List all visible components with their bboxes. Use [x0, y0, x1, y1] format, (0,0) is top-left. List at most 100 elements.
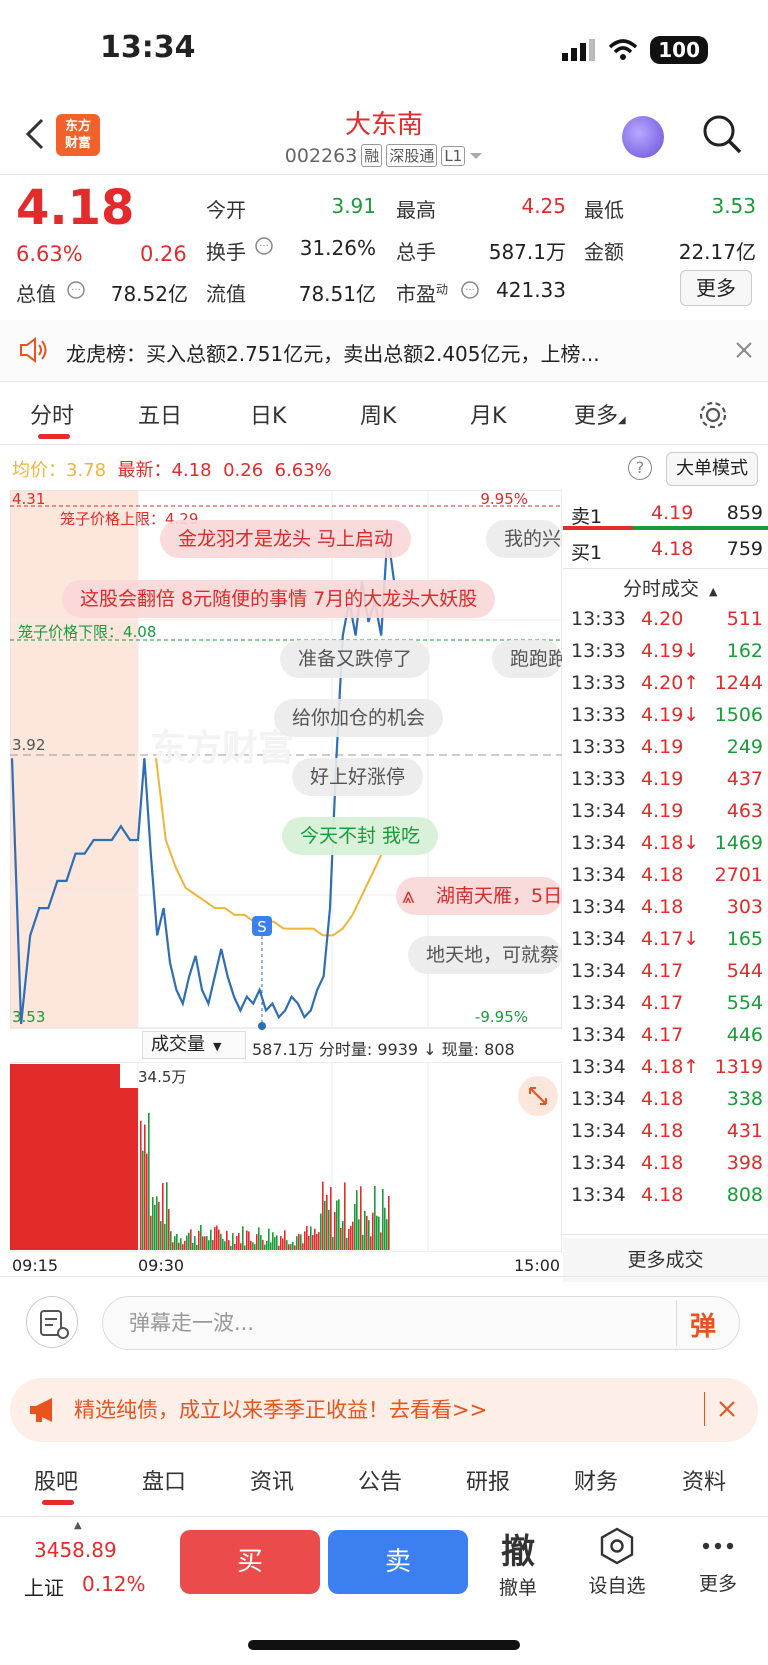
- volume-bar: [250, 1240, 252, 1250]
- volume-bar: [176, 1233, 178, 1250]
- volume-bar: [338, 1199, 340, 1250]
- danmu-bubble: 湖南天雁，5日: [396, 877, 562, 915]
- volume-bar: [232, 1233, 234, 1250]
- btab-orderbook[interactable]: 盘口: [142, 1464, 186, 1496]
- volume-bar: [230, 1245, 232, 1250]
- volume-bar: [334, 1211, 336, 1250]
- volume-selector[interactable]: 成交量 ▼: [142, 1031, 246, 1059]
- volume-bar: [362, 1234, 364, 1250]
- trade-row: 13:34 4.18↑ 1319: [563, 1050, 763, 1084]
- index-value[interactable]: 3458.89: [34, 1538, 117, 1562]
- more-quote-button[interactable]: 更多: [680, 270, 752, 306]
- sell-button[interactable]: 卖: [328, 1530, 468, 1594]
- volume-bar: [266, 1240, 268, 1250]
- search-icon: [703, 115, 742, 154]
- tab-monthly-k[interactable]: 月K: [470, 398, 506, 430]
- help-icon[interactable]: ?: [628, 456, 652, 480]
- trade-volume: 2701: [714, 864, 763, 886]
- tab-5day[interactable]: 五日: [138, 398, 182, 430]
- megaphone-icon: [28, 1396, 58, 1428]
- trade-volume: 437: [726, 768, 763, 790]
- volume-bar: [226, 1230, 228, 1250]
- volume-bar: [180, 1238, 182, 1250]
- volume-bar: [152, 1197, 154, 1250]
- trade-price: 4.20: [641, 608, 684, 630]
- danmu-send-button[interactable]: 弹: [690, 1306, 716, 1343]
- volume-bar: [360, 1186, 362, 1250]
- trades-title[interactable]: 分时成交 ▲: [623, 574, 717, 601]
- trade-row: 13:34 4.18 2701: [563, 858, 763, 892]
- tab-more[interactable]: 更多◢: [574, 398, 626, 430]
- high-label: 最高: [396, 198, 436, 222]
- info-circle-icon[interactable]: ···: [254, 236, 274, 260]
- close-icon[interactable]: [734, 340, 754, 364]
- amount-label: 金额: [584, 240, 624, 264]
- volume-bar: [374, 1185, 376, 1250]
- more-dots-icon: [702, 1542, 734, 1550]
- danmu-bubble: 我的兴: [486, 520, 562, 558]
- volume-bar: [376, 1215, 378, 1250]
- svg-text:···: ···: [71, 285, 81, 296]
- volume-bar: [144, 1124, 146, 1250]
- info-circle-icon[interactable]: ···: [66, 280, 86, 304]
- volume-bar: [356, 1190, 358, 1250]
- trade-price: 4.17: [641, 992, 684, 1014]
- ad-close-icon[interactable]: [718, 1400, 736, 1422]
- add-watchlist-button[interactable]: 设自选: [584, 1526, 650, 1598]
- float-label: 流值: [206, 282, 246, 306]
- bottom-pct-label: -9.95%: [475, 1008, 528, 1026]
- tab-daily-k[interactable]: 日K: [250, 398, 286, 430]
- assistant-robot-icon[interactable]: [622, 116, 664, 158]
- more-actions-button[interactable]: 更多: [690, 1528, 746, 1596]
- btab-profile[interactable]: 资料: [682, 1464, 726, 1496]
- volume-bar: [190, 1229, 192, 1250]
- volume-bar: [258, 1227, 260, 1250]
- trade-time: 13:33: [571, 672, 626, 694]
- big-order-mode-button[interactable]: 大单模式: [666, 452, 758, 486]
- tab-intraday[interactable]: 分时: [30, 398, 74, 430]
- trade-time: 13:34: [571, 1184, 626, 1206]
- volume-bar: [198, 1231, 200, 1250]
- volume-bar: [316, 1234, 318, 1250]
- volume-bar: [222, 1238, 224, 1250]
- volume-bar: [294, 1245, 296, 1250]
- trade-price: 4.18↑: [641, 1056, 700, 1078]
- volume-bar: [208, 1240, 210, 1250]
- volume-bar: [354, 1204, 356, 1250]
- volume-bar: [184, 1240, 186, 1250]
- btab-forum[interactable]: 股吧: [34, 1464, 78, 1496]
- volume-bar: [150, 1215, 152, 1250]
- tag-connect: 深股通: [386, 144, 438, 167]
- buy-button[interactable]: 买: [180, 1530, 320, 1594]
- btab-announcements[interactable]: 公告: [358, 1464, 402, 1496]
- trade-price: 4.17: [641, 1024, 684, 1046]
- btab-finance[interactable]: 财务: [574, 1464, 618, 1496]
- index-pct: 0.12%: [82, 1572, 146, 1596]
- btab-research[interactable]: 研报: [466, 1464, 510, 1496]
- danmu-input[interactable]: 弹幕走一波...: [102, 1296, 740, 1350]
- danmu-bubble: 地天地，可就蔡: [408, 936, 562, 974]
- volume-bar: [166, 1182, 168, 1250]
- low-value: 3.53: [711, 194, 756, 218]
- turnover-label: 换手: [206, 240, 246, 264]
- settings-gear-icon[interactable]: [698, 400, 728, 434]
- trade-time: 13:34: [571, 1120, 626, 1142]
- index-name: 上证: [24, 1576, 64, 1600]
- cancel-order-button[interactable]: 撤 撤单: [488, 1524, 548, 1600]
- volume-bar: [314, 1228, 316, 1250]
- volume-bar: [306, 1226, 308, 1250]
- wifi-icon: [609, 39, 638, 60]
- trade-volume: 463: [726, 800, 763, 822]
- volume-bar: [146, 1153, 148, 1250]
- search-button[interactable]: [700, 112, 744, 156]
- trade-time: 13:33: [571, 768, 626, 790]
- trade-time: 13:34: [571, 1024, 626, 1046]
- rocket-badge-icon: ⩓: [402, 884, 415, 909]
- btab-news[interactable]: 资讯: [250, 1464, 294, 1496]
- status-time: 13:34: [100, 30, 196, 65]
- danmu-list-icon[interactable]: [26, 1296, 78, 1348]
- volume-bar: [234, 1244, 236, 1250]
- tab-weekly-k[interactable]: 周K: [360, 398, 396, 430]
- volume-bar: [156, 1196, 158, 1250]
- volume-max-label: 34.5万: [138, 1068, 186, 1086]
